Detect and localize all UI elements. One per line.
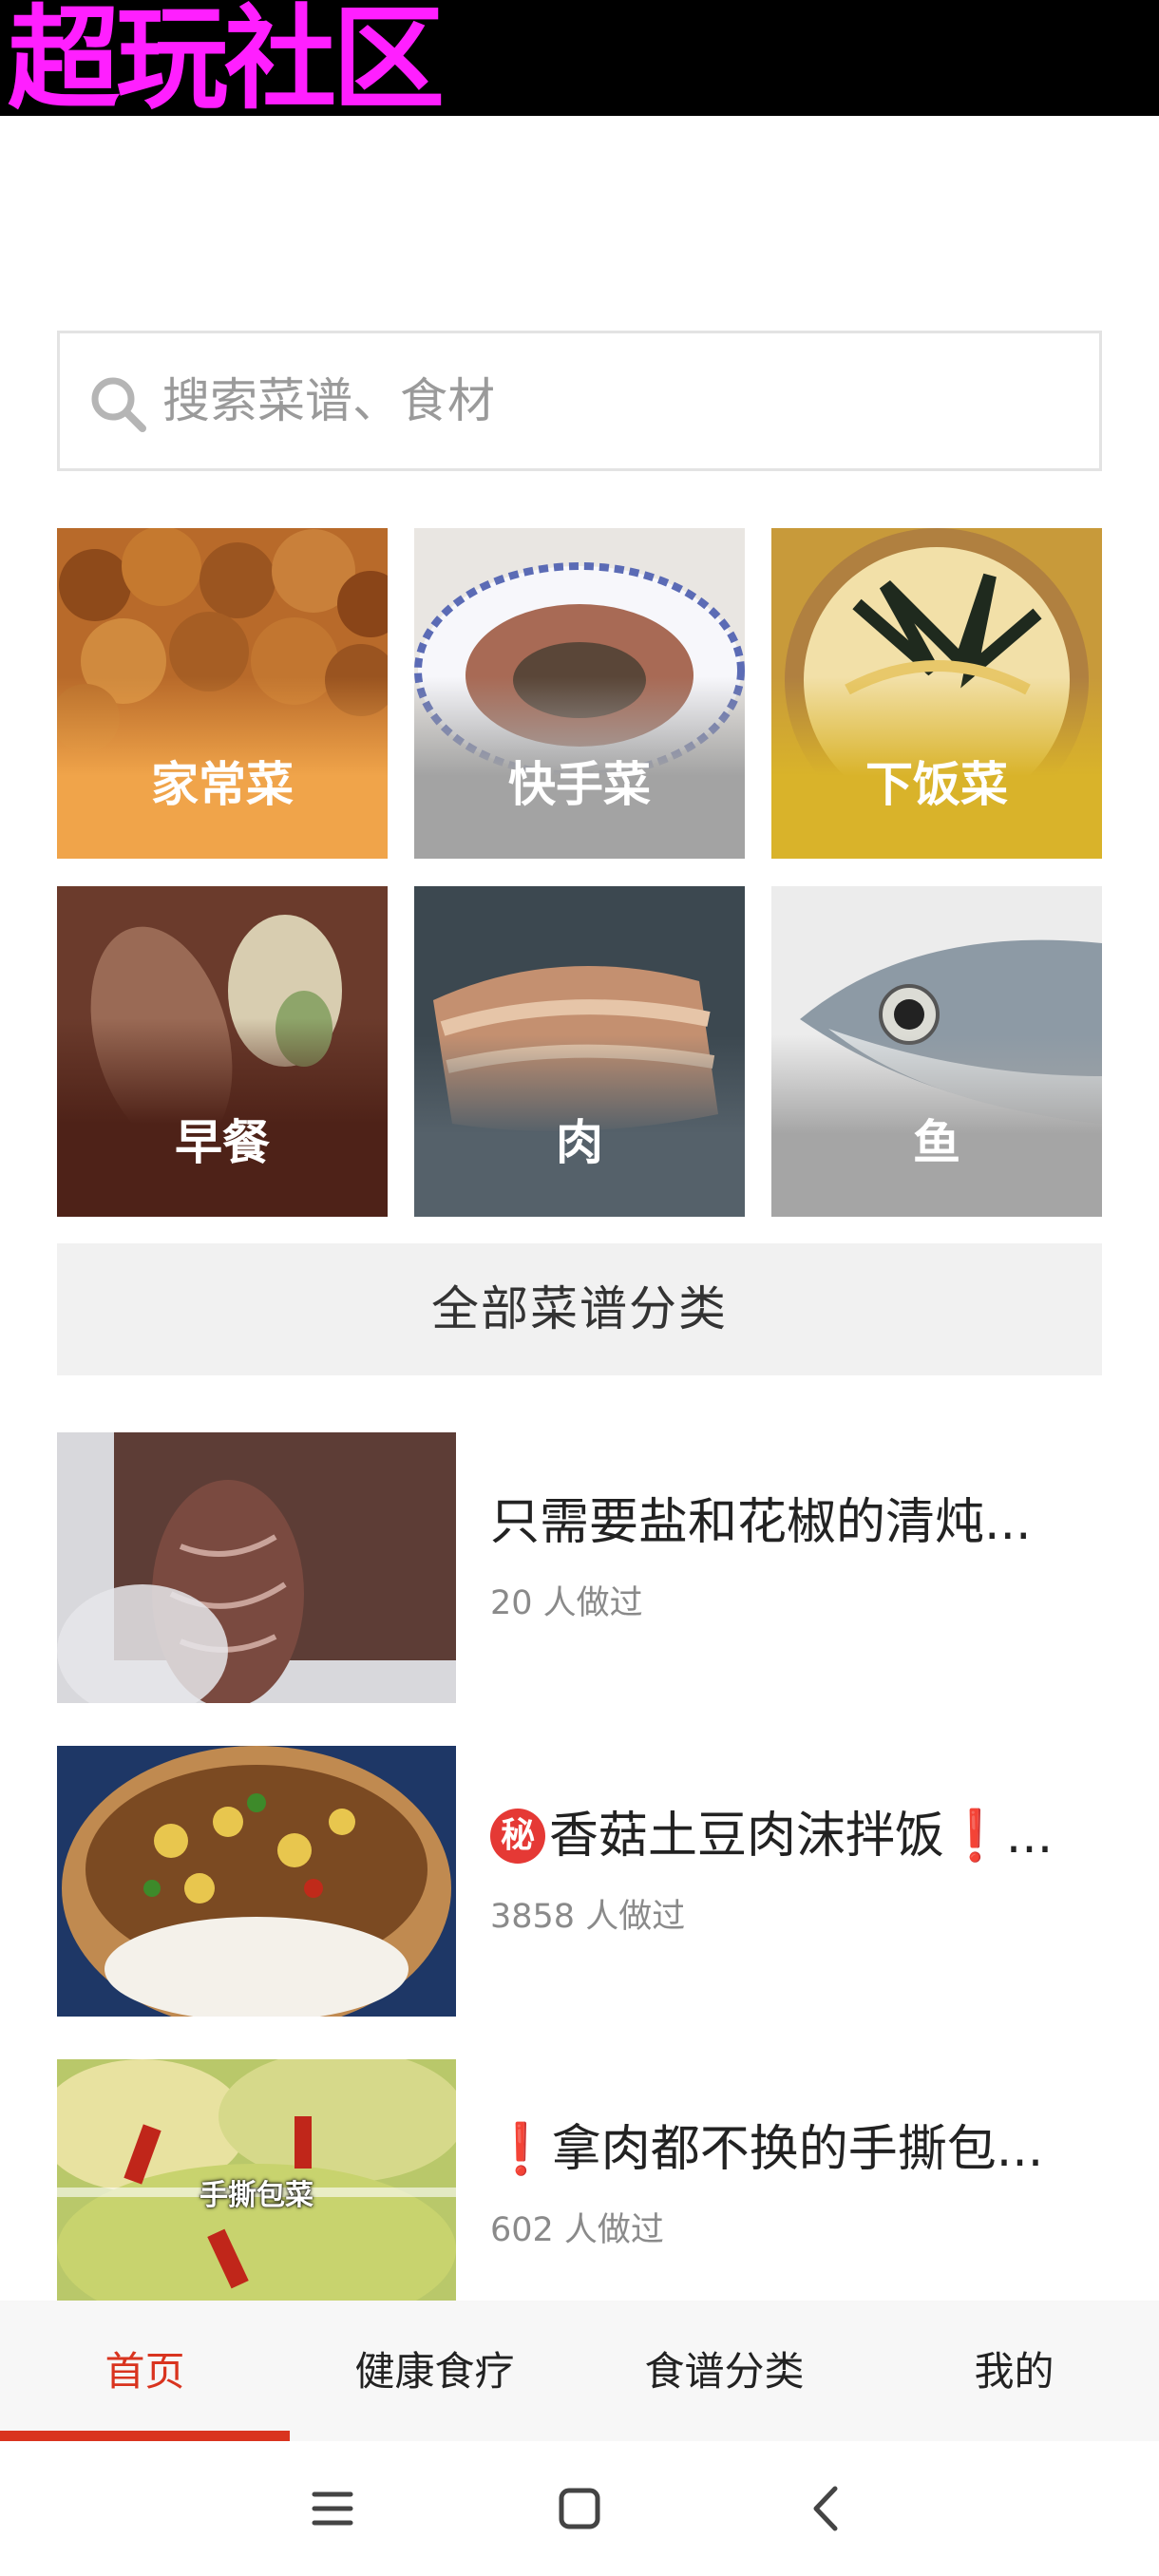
recipe-title: 只需要盐和花椒的清炖... [490,1494,1032,1551]
menu-icon[interactable] [299,2475,366,2542]
category-label: 家常菜 [151,757,294,812]
category-grid: 家常菜 快手菜 下饭菜 早餐 肉 鱼 [57,528,1102,1217]
category-label: 早餐 [175,1115,270,1170]
search-icon [91,377,146,432]
recipe-list-item[interactable]: 秘香菇土豆肉沫拌饭❗... 3858 人做过 [57,1746,1102,2017]
tab-home[interactable]: 首页 [0,2301,290,2441]
tab-mine[interactable]: 我的 [869,2301,1159,2441]
recipe-thumbnail: 手撕包菜 [57,2059,456,2301]
all-categories-button[interactable]: 全部菜谱分类 [57,1243,1102,1375]
system-nav-bar [0,2441,1159,2576]
recipe-title: ❗拿肉都不换的手撕包... [490,2121,1044,2178]
category-label: 肉 [556,1115,603,1170]
recipe-title: 秘香菇土豆肉沫拌饭❗... [490,1803,1098,1869]
tab-health-diet[interactable]: 健康食疗 [290,2301,580,2441]
recipe-made-count: 3858 人做过 [490,1898,686,1936]
search-placeholder: 搜索菜谱、食材 [162,373,495,428]
status-bar: 超玩社区 [0,0,1159,124]
recipe-made-count: 602 人做过 [490,2211,664,2249]
exclamation-icon: ❗ [490,2121,552,2178]
category-home-cooking[interactable]: 家常菜 [57,528,388,859]
home-icon[interactable] [546,2475,613,2542]
bottom-tab-bar: 首页 健康食疗 食谱分类 我的 [0,2301,1159,2441]
category-breakfast[interactable]: 早餐 [57,886,388,1217]
recipe-list-item[interactable]: 只需要盐和花椒的清炖... 20 人做过 [57,1432,1102,1703]
recipe-thumbnail [57,1432,456,1703]
category-fish[interactable]: 鱼 [771,886,1102,1217]
recipe-list-item[interactable]: 手撕包菜 ❗拿肉都不换的手撕包... 602 人做过 [57,2059,1102,2301]
watermark-logo: 超玩社区 [8,0,445,124]
active-tab-indicator [0,2431,290,2441]
recipe-made-count: 20 人做过 [490,1584,643,1622]
category-meat[interactable]: 肉 [414,886,745,1217]
category-rice-dish[interactable]: 下饭菜 [771,528,1102,859]
search-input[interactable]: 搜索菜谱、食材 [57,331,1102,471]
recipe-thumbnail-caption: 手撕包菜 [200,2179,314,2212]
recipe-thumbnail [57,1746,456,2017]
category-quick-dish[interactable]: 快手菜 [414,528,745,859]
tab-recipe-categories[interactable]: 食谱分类 [580,2301,869,2441]
category-label: 下饭菜 [865,757,1008,812]
secret-badge-icon: 秘 [490,1809,545,1864]
category-label: 快手菜 [508,757,651,812]
back-icon[interactable] [793,2475,860,2542]
category-label: 鱼 [913,1115,960,1170]
